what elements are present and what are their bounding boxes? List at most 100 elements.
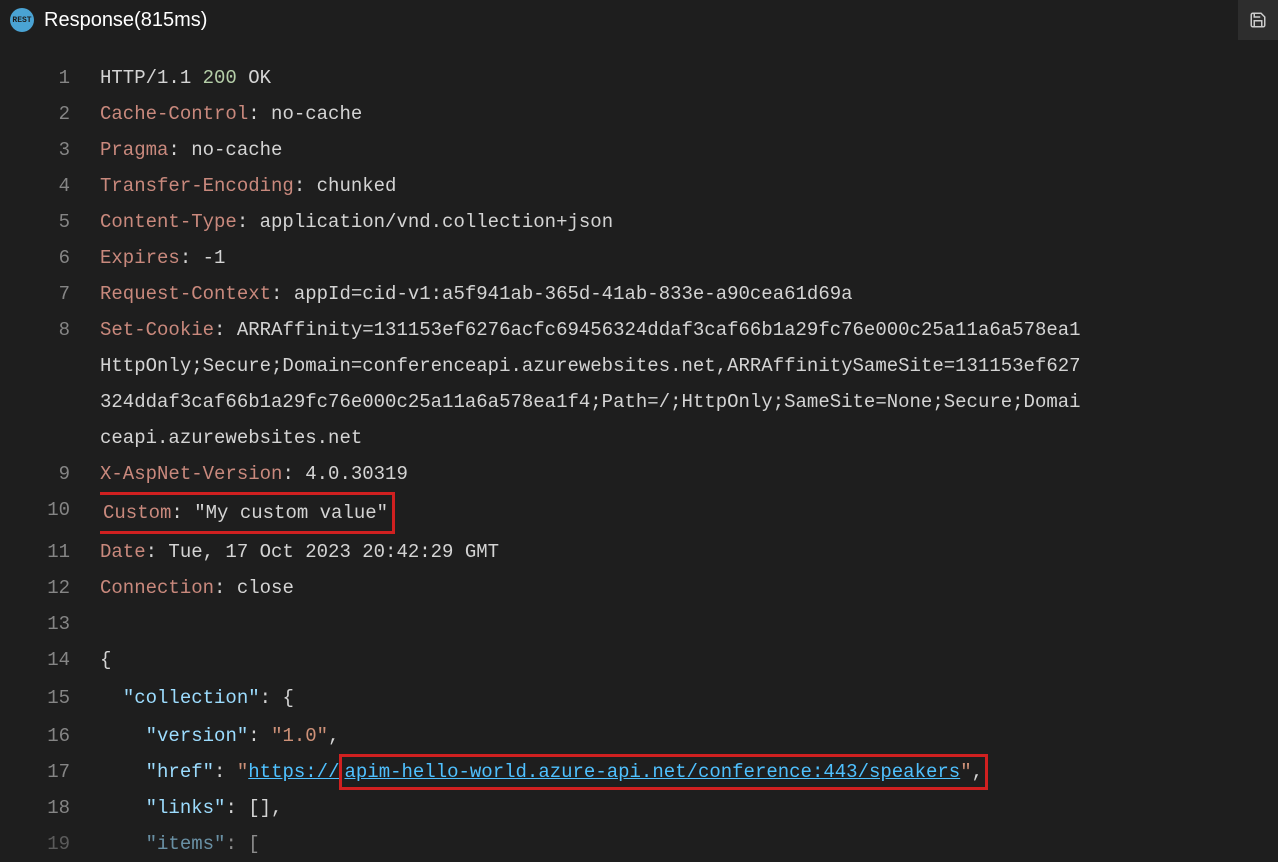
- code-token: : close: [214, 577, 294, 599]
- code-token: : {: [260, 687, 294, 709]
- line-number: 19: [0, 826, 100, 862]
- code-token: HTTP/1.1: [100, 67, 203, 89]
- code-token: ": [960, 761, 971, 783]
- code-token: "items": [146, 833, 226, 855]
- code-token: : [: [225, 833, 259, 855]
- code-line[interactable]: 12Connection: close: [0, 570, 1278, 606]
- line-content: Custom: "My custom value": [100, 492, 1278, 534]
- response-header: REST Response(815ms): [0, 0, 1278, 40]
- code-token: "1.0": [271, 725, 328, 747]
- code-line[interactable]: 14⌄{: [0, 642, 1278, 680]
- code-token: HttpOnly;Secure;Domain=conferenceapi.azu…: [100, 355, 1081, 377]
- code-line[interactable]: 6Expires: -1: [0, 240, 1278, 276]
- line-number: 5: [0, 204, 100, 240]
- code-line[interactable]: 10Custom: "My custom value": [0, 492, 1278, 534]
- highlight-annotation: Custom: "My custom value": [100, 492, 395, 534]
- line-content: Connection: close: [100, 570, 1278, 606]
- code-token: : application/vnd.collection+json: [237, 211, 613, 233]
- line-content: Cache-Control: no-cache: [100, 96, 1278, 132]
- code-token: Connection: [100, 577, 214, 599]
- line-content: Request-Context: appId=cid-v1:a5f941ab-3…: [100, 276, 1278, 312]
- line-number: 10: [0, 492, 100, 528]
- line-number: 7: [0, 276, 100, 312]
- rest-icon-label: REST: [12, 16, 31, 25]
- code-line[interactable]: 11Date: Tue, 17 Oct 2023 20:42:29 GMT: [0, 534, 1278, 570]
- line-number: 15: [0, 680, 100, 716]
- code-line[interactable]: 5Content-Type: application/vnd.collectio…: [0, 204, 1278, 240]
- code-token: X-AspNet-Version: [100, 463, 282, 485]
- line-number: 3: [0, 132, 100, 168]
- code-line[interactable]: 15⌄ "collection": {: [0, 680, 1278, 718]
- line-number: 6: [0, 240, 100, 276]
- line-content: HTTP/1.1 200 OK: [100, 60, 1278, 96]
- code-token: : [],: [225, 797, 282, 819]
- code-token: 200: [203, 67, 237, 89]
- code-token: Request-Context: [100, 283, 271, 305]
- code-token: "version": [146, 725, 249, 747]
- code-token[interactable]: https://: [248, 761, 339, 783]
- code-token: Date: [100, 541, 146, 563]
- code-line[interactable]: 7Request-Context: appId=cid-v1:a5f941ab-…: [0, 276, 1278, 312]
- line-number: 2: [0, 96, 100, 132]
- code-token: OK: [237, 67, 271, 89]
- code-token: :: [214, 761, 237, 783]
- line-content: ⌄ "collection": {: [100, 680, 1278, 718]
- line-content: "version": "1.0",: [100, 718, 1278, 754]
- code-token: : appId=cid-v1:a5f941ab-365d-41ab-833e-a…: [271, 283, 853, 305]
- code-token: ": [237, 761, 248, 783]
- code-line[interactable]: 18 "links": [],: [0, 790, 1278, 826]
- code-line[interactable]: 1HTTP/1.1 200 OK: [0, 60, 1278, 96]
- line-content: ⌄{: [100, 642, 1278, 680]
- code-token[interactable]: apim-hello-world.azure-api.net/conferenc…: [344, 761, 960, 783]
- line-number: 1: [0, 60, 100, 96]
- code-line[interactable]: 4Transfer-Encoding: chunked: [0, 168, 1278, 204]
- code-line[interactable]: 2Cache-Control: no-cache: [0, 96, 1278, 132]
- code-token: : "My custom value": [171, 502, 388, 524]
- highlight-annotation: apim-hello-world.azure-api.net/conferenc…: [339, 754, 988, 790]
- code-token: : ARRAffinity=131153ef6276acfc69456324dd…: [214, 319, 1081, 341]
- code-token: 324ddaf3caf66b1a29fc76e000c25a11a6a578ea…: [100, 391, 1081, 413]
- code-token: ,: [972, 761, 983, 783]
- line-content: Content-Type: application/vnd.collection…: [100, 204, 1278, 240]
- line-content: Set-Cookie: ARRAffinity=131153ef6276acfc…: [100, 312, 1278, 456]
- line-number: 16: [0, 718, 100, 754]
- code-token: Pragma: [100, 139, 168, 161]
- line-number: 13: [0, 606, 100, 642]
- line-number: 14: [0, 642, 100, 678]
- code-line[interactable]: 9X-AspNet-Version: 4.0.30319: [0, 456, 1278, 492]
- code-line[interactable]: 17 "href": "https://apim-hello-world.azu…: [0, 754, 1278, 790]
- code-token: : no-cache: [248, 103, 362, 125]
- code-token: ,: [328, 725, 339, 747]
- code-line[interactable]: 8Set-Cookie: ARRAffinity=131153ef6276acf…: [0, 312, 1278, 456]
- code-token: {: [100, 649, 111, 671]
- code-token: Custom: [103, 502, 171, 524]
- line-number: 9: [0, 456, 100, 492]
- line-content: ⌄ "items": [: [100, 826, 1278, 862]
- code-line[interactable]: 3Pragma: no-cache: [0, 132, 1278, 168]
- code-token: :: [248, 725, 271, 747]
- code-token: : no-cache: [168, 139, 282, 161]
- code-token: "href": [146, 761, 214, 783]
- code-token: "links": [146, 797, 226, 819]
- code-line[interactable]: 16 "version": "1.0",: [0, 718, 1278, 754]
- line-content: Expires: -1: [100, 240, 1278, 276]
- code-line[interactable]: 13: [0, 606, 1278, 642]
- line-content: "links": [],: [100, 790, 1278, 826]
- response-title: Response(815ms): [44, 9, 207, 32]
- rest-icon: REST: [10, 8, 34, 32]
- line-number: 17: [0, 754, 100, 790]
- code-token: ceapi.azurewebsites.net: [100, 427, 362, 449]
- line-number: 11: [0, 534, 100, 570]
- code-token: : 4.0.30319: [282, 463, 407, 485]
- code-token: : chunked: [294, 175, 397, 197]
- line-content: Pragma: no-cache: [100, 132, 1278, 168]
- line-number: 12: [0, 570, 100, 606]
- code-editor[interactable]: 1HTTP/1.1 200 OK2Cache-Control: no-cache…: [0, 40, 1278, 862]
- save-icon: [1249, 11, 1267, 29]
- code-line[interactable]: 19⌄ "items": [: [0, 826, 1278, 862]
- line-content: X-AspNet-Version: 4.0.30319: [100, 456, 1278, 492]
- line-content: Transfer-Encoding: chunked: [100, 168, 1278, 204]
- save-button[interactable]: [1238, 0, 1278, 40]
- code-token: : -1: [180, 247, 226, 269]
- code-token: Content-Type: [100, 211, 237, 233]
